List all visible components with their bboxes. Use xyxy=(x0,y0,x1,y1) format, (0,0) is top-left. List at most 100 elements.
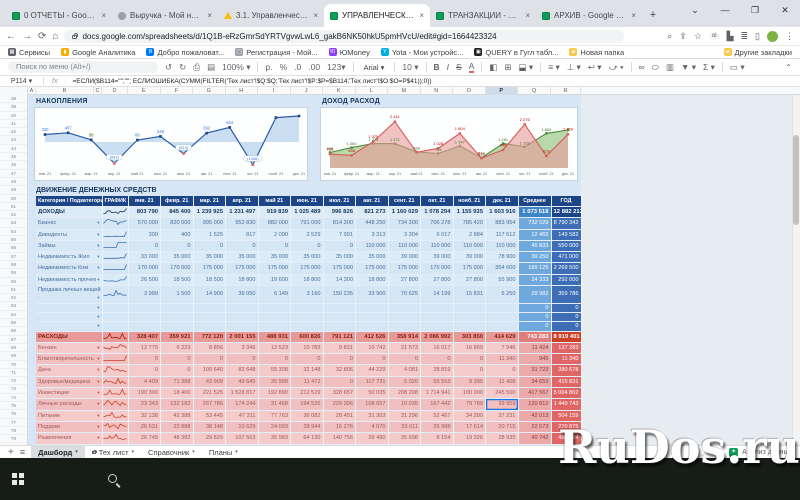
value-cell[interactable]: 149 582 xyxy=(551,229,581,240)
value-cell[interactable]: 18 400 xyxy=(161,388,194,399)
value-cell[interactable]: 8 154 xyxy=(421,433,454,444)
category-dropdown-icon[interactable]: ▾ xyxy=(97,264,99,272)
column-header-R[interactable]: R xyxy=(551,87,581,95)
decrease-decimal-button[interactable]: .0 xyxy=(294,62,301,72)
bookmark-item[interactable]: ▦Сервисы xyxy=(8,48,50,57)
text-wrap-button[interactable]: ↩ ▾ xyxy=(588,62,602,73)
value-cell[interactable]: 919 839 xyxy=(258,207,291,218)
value-cell[interactable]: 0 xyxy=(323,376,356,387)
text-rotation-button[interactable]: ⤻ ▾ xyxy=(609,62,624,73)
category-cell[interactable]: ▾ xyxy=(36,303,102,312)
value-cell[interactable]: 0 xyxy=(258,240,291,251)
value-cell[interactable]: 35 000 xyxy=(193,252,226,263)
value-cell[interactable] xyxy=(356,303,389,312)
value-cell[interactable]: 23 343 xyxy=(128,399,161,410)
value-cell[interactable]: 11 424 xyxy=(518,342,551,353)
column-header-J[interactable]: J xyxy=(291,87,324,95)
column-header-F[interactable]: F xyxy=(161,87,194,95)
value-cell[interactable]: 110 000 xyxy=(356,240,389,251)
value-cell[interactable]: 189 125 xyxy=(518,263,551,274)
value-cell[interactable]: 0 xyxy=(453,365,486,376)
value-cell[interactable]: 10 742 xyxy=(356,342,389,353)
value-cell[interactable]: 117 612 xyxy=(486,229,519,240)
value-cell[interactable]: 814 300 xyxy=(323,218,356,229)
column-header-B[interactable]: B xyxy=(36,87,94,95)
value-cell[interactable]: 33 611 xyxy=(388,421,421,432)
category-cell[interactable]: РАСХОДЫ xyxy=(36,331,102,342)
home-icon[interactable]: ⌂ xyxy=(52,31,58,42)
value-cell[interactable]: 49 645 xyxy=(226,376,259,387)
column-header-I[interactable]: I xyxy=(258,87,291,95)
value-cell[interactable]: 11 408 xyxy=(486,376,519,387)
category-dropdown-icon[interactable]: ▾ xyxy=(97,304,99,312)
value-cell[interactable]: 28 451 xyxy=(323,410,356,421)
value-cell[interactable]: 167 442 xyxy=(421,399,454,410)
value-cell[interactable]: 882 000 xyxy=(258,218,291,229)
value-cell[interactable]: 0 xyxy=(128,240,161,251)
value-cell[interactable] xyxy=(226,322,259,331)
value-cell[interactable] xyxy=(258,303,291,312)
value-cell[interactable]: 29 829 xyxy=(193,433,226,444)
value-cell[interactable] xyxy=(291,303,324,312)
value-cell[interactable]: 175 000 xyxy=(193,263,226,274)
category-cell[interactable]: Дача▾ xyxy=(36,365,102,376)
value-cell[interactable]: 8 919 401 xyxy=(551,331,581,342)
value-cell[interactable] xyxy=(323,322,356,331)
number-format-button[interactable]: 123▾ xyxy=(327,62,345,73)
value-cell[interactable] xyxy=(356,322,389,331)
value-cell[interactable] xyxy=(193,312,226,321)
value-cell[interactable] xyxy=(323,303,356,312)
column-header-D[interactable]: D xyxy=(102,87,128,95)
value-cell[interactable]: 33 900 xyxy=(356,286,389,304)
value-cell[interactable]: 55 553 xyxy=(421,376,454,387)
tab-search-chevron-icon[interactable]: ⌄ xyxy=(680,0,710,20)
value-cell[interactable]: 0 xyxy=(161,240,194,251)
value-cell[interactable]: 0 xyxy=(128,354,161,365)
value-cell[interactable]: 50 035 xyxy=(356,388,389,399)
value-cell[interactable]: 1 073 518 xyxy=(518,207,551,218)
profile-avatar[interactable] xyxy=(767,31,778,42)
value-cell[interactable] xyxy=(161,303,194,312)
menu-search-input[interactable]: Поиск по меню (Alt+/) xyxy=(8,61,158,73)
value-cell[interactable]: 6 149 xyxy=(258,286,291,304)
value-cell[interactable]: 35 983 xyxy=(258,433,291,444)
add-sheet-button[interactable]: + xyxy=(8,447,14,458)
category-cell[interactable]: Развлечения▾ xyxy=(36,433,102,444)
value-cell[interactable]: 412 526 xyxy=(356,331,389,342)
value-cell[interactable]: 16 869 xyxy=(453,342,486,353)
value-cell[interactable]: 734 300 xyxy=(388,218,421,229)
value-cell[interactable]: 27 800 xyxy=(388,274,421,285)
value-cell[interactable]: 27 800 xyxy=(421,274,454,285)
value-cell[interactable]: 28 819 xyxy=(421,365,454,376)
value-cell[interactable]: 0 xyxy=(388,354,421,365)
value-cell[interactable]: 0 xyxy=(161,365,194,376)
value-cell[interactable]: 9 831 xyxy=(323,342,356,353)
value-cell[interactable]: 107 563 xyxy=(226,433,259,444)
value-cell[interactable]: 0 xyxy=(226,354,259,365)
maximize-button[interactable]: ❐ xyxy=(740,0,770,20)
value-cell[interactable]: 48 382 xyxy=(161,433,194,444)
value-cell[interactable]: 817 xyxy=(226,229,259,240)
value-cell[interactable]: 2 001 155 xyxy=(226,331,259,342)
value-cell[interactable]: 19 326 xyxy=(453,433,486,444)
value-cell[interactable]: 570 000 xyxy=(128,218,161,229)
value-cell[interactable]: 10 783 xyxy=(291,342,324,353)
value-cell[interactable]: 22 888 xyxy=(161,421,194,432)
sheet-tab-планы[interactable]: Планы▾ xyxy=(202,446,245,459)
value-cell[interactable]: 0 xyxy=(421,354,454,365)
close-tab-icon[interactable]: × xyxy=(207,11,212,20)
value-cell[interactable]: 16 017 xyxy=(421,342,454,353)
value-cell[interactable]: 359 921 xyxy=(161,331,194,342)
value-cell[interactable]: 0 xyxy=(291,354,324,365)
value-cell[interactable]: 35 000 xyxy=(258,252,291,263)
bookmark-item[interactable]: ◯Регистрация - Мой... xyxy=(235,48,317,57)
value-cell[interactable]: 0 xyxy=(323,240,356,251)
value-cell[interactable]: 1 714 941 xyxy=(421,388,454,399)
value-cell[interactable]: 31 723 xyxy=(518,365,551,376)
value-cell[interactable]: 137 283 xyxy=(551,342,581,353)
value-cell[interactable]: 175 000 xyxy=(388,263,421,274)
menu-kebab-icon[interactable]: ⋮ xyxy=(785,31,794,42)
value-cell[interactable] xyxy=(486,303,519,312)
value-cell[interactable]: 16 276 xyxy=(323,421,356,432)
value-cell[interactable]: 43 909 xyxy=(193,376,226,387)
